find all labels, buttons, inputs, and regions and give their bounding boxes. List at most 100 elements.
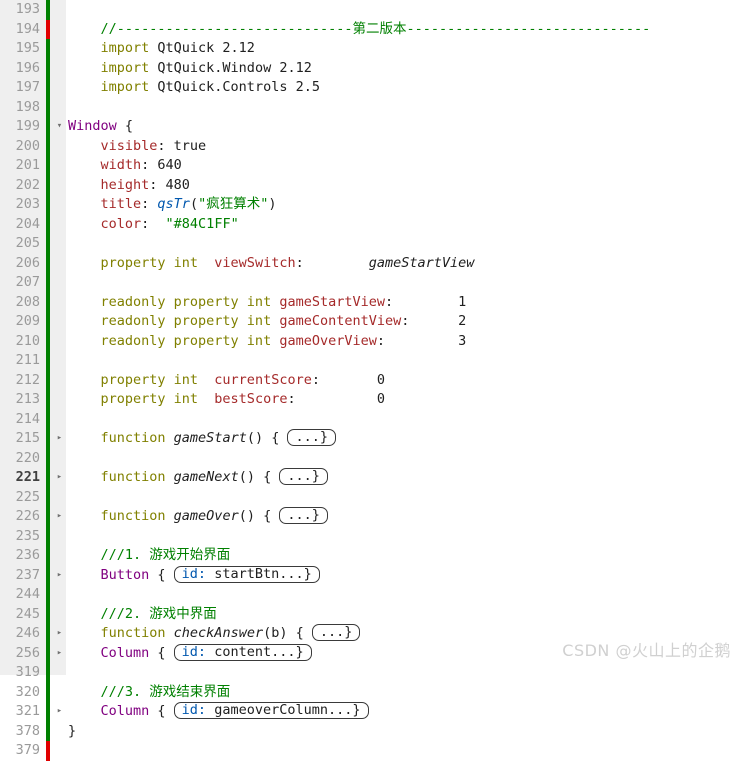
- code-line[interactable]: 199 ▾ Window {: [0, 117, 743, 137]
- code-line[interactable]: 207: [0, 273, 743, 293]
- fold-collapsed-icon[interactable]: ▸: [53, 624, 66, 644]
- code-line[interactable]: 201 width: 640: [0, 156, 743, 176]
- fold-placeholder: [53, 722, 66, 742]
- fold-placeholder: [53, 234, 66, 254]
- code-text: Column { id: gameoverColumn...}: [68, 702, 369, 722]
- code-line[interactable]: 198: [0, 97, 743, 117]
- change-marker: [46, 0, 50, 20]
- line-number: 201: [15, 157, 40, 173]
- token-brace: (: [189, 196, 199, 212]
- code-line[interactable]: 205: [0, 234, 743, 254]
- code-line[interactable]: 208 readonly property int gameStartView:…: [0, 292, 743, 312]
- code-line[interactable]: 202 height: 480: [0, 175, 743, 195]
- code-line[interactable]: 320 ///3. 游戏结束界面: [0, 682, 743, 702]
- collapsed-fold-chip[interactable]: ...}: [279, 507, 328, 524]
- code-line[interactable]: 378}: [0, 721, 743, 742]
- token-brace: :: [141, 196, 158, 212]
- line-number: 237: [15, 566, 40, 583]
- code-line[interactable]: 213 property int bestScore: 0: [0, 390, 743, 410]
- change-marker: [46, 97, 50, 117]
- token-ital: gameStartView: [368, 254, 475, 271]
- token-brace: () {: [238, 508, 280, 524]
- code-line[interactable]: 236 ///1. 游戏开始界面: [0, 546, 743, 566]
- code-line[interactable]: 321 ▸ Column { id: gameoverColumn...}: [0, 702, 743, 722]
- code-line[interactable]: 194 //-----------------------------第二版本-…: [0, 19, 743, 40]
- collapsed-fold-chip[interactable]: id: content...}: [173, 643, 312, 661]
- code-line[interactable]: 235: [0, 526, 743, 546]
- fold-placeholder: [53, 78, 66, 98]
- code-text: function gameStart() { ...}: [68, 429, 336, 449]
- change-marker: [46, 58, 50, 78]
- collapsed-fold-chip[interactable]: ...}: [311, 624, 361, 641]
- change-marker: [46, 448, 50, 468]
- line-number: 210: [15, 332, 40, 349]
- code-line[interactable]: 245 ///2. 游戏中界面: [0, 604, 743, 625]
- token-prop: gameContentView: [279, 313, 402, 329]
- token-prop: width: [68, 157, 142, 173]
- fold-collapsed-icon[interactable]: ▸: [53, 507, 66, 527]
- code-editor[interactable]: 193 194 //-----------------------------第二…: [0, 0, 743, 761]
- code-line[interactable]: 244: [0, 585, 743, 605]
- fold-expanded-icon[interactable]: ▾: [53, 117, 66, 137]
- token-kw: import: [68, 79, 158, 95]
- line-number: 214: [15, 410, 40, 427]
- collapsed-fold-chip[interactable]: id: startBtn...}: [173, 565, 320, 583]
- fold-collapsed-icon[interactable]: ▸: [53, 566, 66, 586]
- change-marker: [46, 156, 50, 176]
- collapsed-fold-chip[interactable]: ...}: [279, 468, 328, 485]
- code-line[interactable]: 210 readonly property int gameOverView: …: [0, 331, 743, 351]
- code-line[interactable]: 221 ▸ function gameNext() { ...}: [0, 468, 743, 488]
- change-marker: [46, 78, 50, 98]
- code-line[interactable]: 379: [0, 741, 743, 761]
- line-number: 321: [15, 703, 40, 719]
- fold-collapsed-icon[interactable]: ▸: [53, 644, 66, 664]
- code-text: ///2. 游戏中界面: [68, 605, 217, 625]
- token-brace: :: [401, 313, 459, 329]
- token-num: true: [173, 137, 207, 154]
- fold-placeholder: [53, 215, 66, 235]
- line-number: 199: [15, 118, 40, 134]
- code-line[interactable]: 214: [0, 409, 743, 429]
- code-line[interactable]: 206 property int viewSwitch: gameStartVi…: [0, 253, 743, 273]
- fold-collapsed-icon[interactable]: ▸: [53, 468, 66, 488]
- fold-collapsed-icon[interactable]: ▸: [53, 429, 66, 449]
- fold-collapsed-icon[interactable]: ▸: [53, 702, 66, 722]
- token-kw: property int: [68, 254, 207, 271]
- code-line[interactable]: 226 ▸ function gameOver() { ...}: [0, 507, 743, 527]
- code-line[interactable]: 196 import QtQuick.Window 2.12: [0, 58, 743, 78]
- code-line[interactable]: 203 title: qsTr("疯狂算术"): [0, 195, 743, 215]
- code-text: //-----------------------------第二版本-----…: [68, 20, 651, 40]
- change-marker: [46, 312, 50, 332]
- code-line[interactable]: 204 color: "#84C1FF": [0, 214, 743, 235]
- code-line[interactable]: 215 ▸ function gameStart() { ...}: [0, 429, 743, 449]
- line-number: 213: [15, 391, 40, 407]
- change-marker: [46, 195, 50, 215]
- collapsed-fold-chip[interactable]: id: gameoverColumn...}: [173, 702, 369, 719]
- change-marker: [46, 702, 50, 722]
- line-number: 379: [15, 742, 40, 758]
- token-brace: :: [287, 391, 377, 407]
- fold-placeholder: [53, 0, 66, 20]
- fold-placeholder: [53, 390, 66, 410]
- code-line[interactable]: 197 import QtQuick.Controls 2.5: [0, 78, 743, 98]
- code-line[interactable]: 237 ▸ Button { id: startBtn...}: [0, 565, 743, 586]
- token-prop: height: [68, 176, 150, 193]
- token-brace: :: [295, 254, 369, 271]
- code-text: ///1. 游戏开始界面: [68, 546, 231, 566]
- collapsed-fold-chip[interactable]: ...}: [287, 429, 336, 446]
- code-line[interactable]: 211: [0, 351, 743, 371]
- fold-placeholder: [53, 488, 66, 508]
- code-line[interactable]: 319: [0, 663, 743, 683]
- code-line[interactable]: 200 visible: true: [0, 136, 743, 156]
- line-number: 235: [15, 527, 40, 544]
- code-line[interactable]: 212 property int currentScore: 0: [0, 370, 743, 390]
- change-marker: [46, 175, 50, 195]
- code-line[interactable]: 225: [0, 487, 743, 508]
- code-line[interactable]: 193: [0, 0, 743, 20]
- code-line[interactable]: 220: [0, 448, 743, 468]
- fold-chip-id-keyword: id:: [181, 702, 207, 718]
- csdn-watermark: CSDN @火山上的企鹅: [562, 641, 731, 660]
- code-line[interactable]: 209 readonly property int gameContentVie…: [0, 312, 743, 332]
- code-line[interactable]: 195 import QtQuick 2.12: [0, 39, 743, 59]
- line-number: 202: [15, 176, 40, 193]
